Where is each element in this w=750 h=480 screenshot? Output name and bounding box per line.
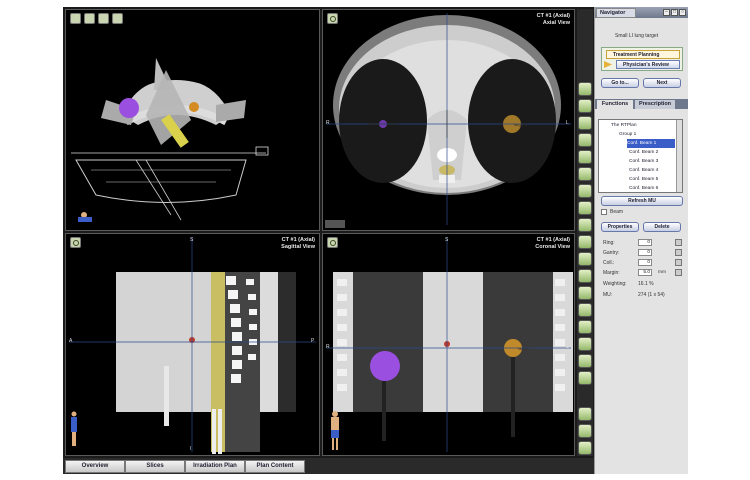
navigator-header: Navigator – □ ○ <box>595 7 688 18</box>
export-icon[interactable] <box>578 441 592 455</box>
gantry-label: Gantry: <box>603 250 620 256</box>
margin-unit: mm <box>658 270 666 275</box>
screen-layout-icon[interactable] <box>578 407 592 421</box>
step-treatment-planning[interactable]: Treatment Planning <box>606 50 680 59</box>
margin-reset-icon[interactable] <box>675 269 682 276</box>
axial-ct-image <box>325 13 571 228</box>
margin-input[interactable]: 5.0 <box>638 269 652 276</box>
window-level-icon[interactable] <box>578 218 592 232</box>
rotate-icon[interactable] <box>578 252 592 266</box>
tree-root[interactable]: The RTPlan <box>611 121 637 130</box>
angle-icon[interactable] <box>578 354 592 368</box>
navigator-tab[interactable]: Navigator <box>596 8 636 18</box>
orientation-marker-right: L <box>566 344 569 350</box>
gantry-reset-icon[interactable] <box>675 249 682 256</box>
coronal-ct-image <box>326 237 573 452</box>
ring-label: Ring: <box>603 240 615 246</box>
dose-icon[interactable] <box>578 337 592 351</box>
tab-plan-content[interactable]: Plan Content <box>245 460 305 473</box>
tab-irradiation-plan[interactable]: Irradiation Plan <box>185 460 245 473</box>
target-label: Target 1 <box>517 346 532 351</box>
gantry-input[interactable]: 0 <box>638 249 652 256</box>
coll-input[interactable]: 0 <box>638 259 652 266</box>
window-controls: – □ ○ <box>663 9 686 16</box>
beam-checkbox[interactable] <box>601 209 607 215</box>
delete-button[interactable]: Delete <box>643 222 681 232</box>
next-button[interactable]: Next <box>643 78 681 88</box>
weighting-label: Weighting: <box>603 281 627 287</box>
coll-reset-icon[interactable] <box>675 259 682 266</box>
layout-icon[interactable] <box>578 286 592 300</box>
orientation-marker-top: S <box>190 237 194 243</box>
viewport-axial[interactable]: CT #1 (Axial) Axial View R L Target 1 <box>322 9 575 231</box>
viewport-coronal[interactable]: CT #1 (Axial) Coronal View R L S Target … <box>322 233 575 456</box>
target-name: Small LI lung target <box>615 33 659 39</box>
zoom-out-icon[interactable] <box>578 150 592 164</box>
pan-icon[interactable] <box>578 116 592 130</box>
tree-group[interactable]: Group 1 <box>619 130 636 139</box>
margin-label: Margin: <box>603 270 620 276</box>
plan-tree[interactable]: The RTPlan Group 1 Conf. Beam 1 Conf. Be… <box>598 119 683 193</box>
view-tools <box>578 82 592 385</box>
ring-input[interactable]: 0 <box>638 239 652 246</box>
mu-value: 274 (1 x 54) <box>638 292 665 298</box>
tab-prescription[interactable]: Prescription <box>635 100 675 109</box>
pencil-icon[interactable] <box>578 82 592 96</box>
orientation-marker-left: R <box>326 344 330 350</box>
tree-beam-1[interactable]: Conf. Beam 1 <box>627 139 675 148</box>
ring-reset-icon[interactable] <box>675 239 682 246</box>
tree-scrollbar[interactable] <box>676 120 682 192</box>
orientation-marker-left: A <box>69 338 73 344</box>
crosshair-icon[interactable] <box>578 184 592 198</box>
step-physicians-review[interactable]: Physician's Review <box>616 60 680 69</box>
contour-icon[interactable] <box>578 201 592 215</box>
power-icon[interactable]: ○ <box>679 9 686 16</box>
properties-button[interactable]: Properties <box>601 222 639 232</box>
hand-icon[interactable] <box>578 99 592 113</box>
target-label: Target 1 <box>513 122 528 127</box>
coll-label: Coll.: <box>603 260 615 266</box>
orientation-marker-right: P <box>311 338 315 344</box>
bottom-tab-bar: Overview Slices Irradiation Plan Plan Co… <box>63 458 638 474</box>
print-icon[interactable] <box>578 424 592 438</box>
target-icon[interactable] <box>578 371 592 385</box>
viewport-sagittal[interactable]: CT #1 (Axial) Sagittal View A P S I <box>65 233 320 456</box>
beam-icon[interactable] <box>578 235 592 249</box>
goto-button[interactable]: Go to... <box>601 78 639 88</box>
tree-beam-3[interactable]: Conf. Beam 3 <box>629 157 658 166</box>
tab-overview[interactable]: Overview <box>65 460 125 473</box>
sagittal-ct-image <box>69 237 316 454</box>
tree-beam-6[interactable]: Conf. Beam 6 <box>629 184 658 192</box>
workflow-steps: Treatment Planning Physician's Review <box>601 47 683 71</box>
orientation-marker-right: L <box>566 120 569 126</box>
tab-functions[interactable]: Functions <box>597 100 633 109</box>
maximize-icon[interactable]: □ <box>671 9 678 16</box>
application-window: CT #1 (Axial) Axial View R L Target 1 CT… <box>63 7 688 474</box>
refresh-mu-button[interactable]: Refresh MU <box>601 196 683 206</box>
tree-beam-4[interactable]: Conf. Beam 4 <box>629 166 658 175</box>
viewport-3d[interactable] <box>65 9 320 231</box>
orientation-marker-bottom: I <box>190 446 192 452</box>
view-tools-bottom <box>578 407 592 455</box>
mu-label: MU: <box>603 292 613 298</box>
arrow-icon <box>604 61 612 68</box>
render-3d <box>71 58 269 222</box>
orientation-marker-left: R <box>326 120 330 126</box>
ruler-icon[interactable] <box>578 320 592 334</box>
tree-beam-2[interactable]: Conf. Beam 2 <box>629 148 658 157</box>
orientation-marker-top: S <box>445 237 449 243</box>
zoom-in-icon[interactable] <box>578 133 592 147</box>
functions-tab-bar: Functions Prescription <box>595 99 688 109</box>
tab-slices[interactable]: Slices <box>125 460 185 473</box>
minimize-icon[interactable]: – <box>663 9 670 16</box>
grid-icon[interactable] <box>578 303 592 317</box>
weighting-value: 16.1 % <box>638 281 654 287</box>
measure-icon[interactable] <box>578 167 592 181</box>
reset-icon[interactable] <box>578 269 592 283</box>
beam-checkbox-label: Beam <box>610 209 624 215</box>
tree-beam-5[interactable]: Conf. Beam 5 <box>629 175 658 184</box>
right-panel: Navigator – □ ○ Small LI lung target Tre… <box>594 7 688 474</box>
